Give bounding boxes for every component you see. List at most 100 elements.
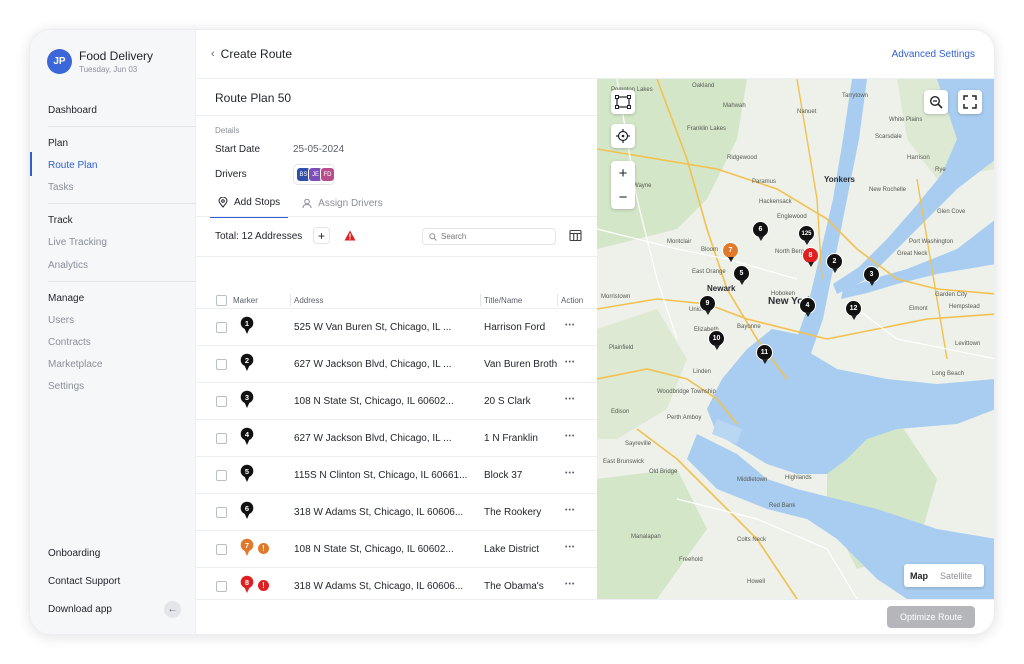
plus-icon: + (618, 164, 628, 182)
back-button[interactable]: ‹ Create Route (211, 47, 292, 61)
map[interactable]: Pompton Lakes Oakland Franklin Lakes Rid… (597, 79, 994, 599)
map-label: Colts Neck (737, 537, 767, 543)
more-actions-icon[interactable]: ••• (565, 396, 575, 403)
row-checkbox[interactable] (216, 396, 227, 407)
row-checkbox[interactable] (216, 581, 227, 592)
profile[interactable]: JP Food Delivery Tuesday, Jun 03 (47, 49, 153, 74)
more-actions-icon[interactable]: ••• (565, 544, 575, 551)
sidebar-item-analytics[interactable]: Analytics (48, 260, 88, 271)
table-row[interactable]: 8! 318 W Adams St, Chicago, IL 60606... Th… (196, 567, 597, 599)
map-label: North Berg (775, 249, 805, 255)
row-checkbox[interactable] (216, 470, 227, 481)
marker-number: 3 (245, 393, 249, 402)
select-all-checkbox[interactable] (216, 295, 227, 306)
map-label: Scarsdale (875, 134, 902, 140)
map-pin[interactable]: 10 (708, 330, 725, 350)
map-pin[interactable]: 12 (845, 300, 862, 320)
map-label: Morristown (601, 294, 631, 300)
marker-pin-icon: 1 (240, 316, 254, 341)
start-date-value[interactable]: 25-05-2024 (293, 144, 344, 155)
sidebar: JP Food Delivery Tuesday, Jun 03 Dashboa… (30, 30, 196, 634)
search-input[interactable] (441, 232, 541, 241)
marker-number: 5 (245, 467, 249, 476)
map-pin[interactable]: 4 (799, 297, 816, 317)
more-actions-icon[interactable]: ••• (565, 322, 575, 329)
table-row[interactable]: 6 318 W Adams St, Chicago, IL 60606... The… (196, 493, 597, 530)
sidebar-item-live-tracking[interactable]: Live Tracking (48, 237, 107, 248)
map-type-map[interactable]: Map (904, 571, 934, 581)
map-label: Howell (747, 579, 766, 585)
driver-chips[interactable]: BS JE FD (293, 164, 335, 185)
collapse-sidebar-button[interactable]: ← (164, 601, 181, 618)
sidebar-item-settings[interactable]: Settings (48, 381, 84, 392)
optimize-route-button[interactable]: Optimize Route (887, 606, 975, 628)
row-checkbox[interactable] (216, 507, 227, 518)
map-pin[interactable]: 7 (722, 242, 739, 262)
map-type-satellite[interactable]: Satellite (934, 571, 978, 581)
more-actions-icon[interactable]: ••• (565, 359, 575, 366)
more-actions-icon[interactable]: ••• (565, 433, 575, 440)
map-pin[interactable]: 11 (756, 344, 773, 364)
fullscreen-icon (963, 95, 977, 109)
marker-number: 1 (245, 319, 249, 328)
map-pin[interactable]: 5 (733, 265, 750, 285)
sidebar-item-dashboard[interactable]: Dashboard (48, 105, 97, 116)
warning-icon[interactable] (344, 230, 356, 241)
user-icon (302, 198, 312, 209)
alert-icon[interactable]: ! (258, 543, 269, 554)
sidebar-item-route-plan[interactable]: Route Plan (48, 160, 97, 171)
profile-name: Food Delivery (79, 49, 154, 63)
title-cell: 20 S Clark (484, 396, 531, 407)
map-label: Montclair (667, 239, 692, 245)
sidebar-item-download-app[interactable]: Download app (48, 604, 112, 615)
fullscreen-button[interactable] (958, 90, 982, 114)
map-label: Bayonne (737, 324, 761, 330)
row-checkbox[interactable] (216, 322, 227, 333)
my-location-button[interactable] (611, 124, 635, 148)
map-pin[interactable]: 125 (798, 225, 815, 245)
map-pin[interactable]: 3 (863, 266, 880, 286)
search-map-button[interactable] (924, 90, 948, 114)
search-field[interactable] (422, 228, 556, 245)
map-pin[interactable]: 9 (699, 295, 716, 315)
row-checkbox[interactable] (216, 359, 227, 370)
table-row[interactable]: 1 525 W Van Buren St, Chicago, IL ... Harr… (196, 308, 597, 345)
table-row[interactable]: 4 627 W Jackson Blvd, Chicago, IL ... 1 N … (196, 419, 597, 456)
table-row[interactable]: 5 115S N Clinton St, Chicago, IL 60661...… (196, 456, 597, 493)
sidebar-item-onboarding[interactable]: Onboarding (48, 548, 100, 559)
map-label: Edison (611, 409, 630, 415)
alert-icon[interactable]: ! (258, 580, 269, 591)
map-label: East Brunswick (603, 459, 645, 465)
row-checkbox[interactable] (216, 544, 227, 555)
sidebar-item-users[interactable]: Users (48, 315, 74, 326)
chevron-left-icon: ‹ (211, 48, 215, 60)
map-label: Highlands (785, 475, 812, 481)
draw-area-button[interactable] (611, 90, 635, 114)
more-actions-icon[interactable]: ••• (565, 581, 575, 588)
zoom-in-button[interactable]: + (611, 161, 635, 185)
map-label: Port Washington (909, 239, 954, 245)
sidebar-item-contact-support[interactable]: Contact Support (48, 576, 120, 587)
sidebar-item-contracts[interactable]: Contracts (48, 337, 91, 348)
table-row[interactable]: 7! 108 N State St, Chicago, IL 60602... La… (196, 530, 597, 567)
marker-pin-icon: 5 (240, 464, 254, 489)
section-manage: Manage (48, 293, 85, 304)
add-stop-button[interactable]: + (313, 227, 330, 244)
details-label: Details (215, 126, 240, 135)
map-pin[interactable]: 8 (802, 247, 819, 267)
tab-add-stops[interactable]: Add Stops (210, 191, 289, 218)
table-row[interactable]: 3 108 N State St, Chicago, IL 60602... 20 … (196, 382, 597, 419)
map-pin[interactable]: 6 (752, 221, 769, 241)
route-name[interactable]: Route Plan 50 (215, 91, 291, 105)
more-actions-icon[interactable]: ••• (565, 470, 575, 477)
tab-assign-drivers[interactable]: Assign Drivers (294, 191, 390, 218)
sidebar-item-tasks[interactable]: Tasks (48, 182, 74, 193)
row-checkbox[interactable] (216, 433, 227, 444)
more-actions-icon[interactable]: ••• (565, 507, 575, 514)
sidebar-item-marketplace[interactable]: Marketplace (48, 359, 102, 370)
advanced-settings-link[interactable]: Advanced Settings (892, 49, 975, 60)
zoom-out-button[interactable]: − (611, 185, 635, 209)
columns-icon[interactable] (568, 228, 583, 243)
table-row[interactable]: 2 627 W Jackson Blvd, Chicago, IL ... Van … (196, 345, 597, 382)
map-pin[interactable]: 2 (826, 253, 843, 273)
